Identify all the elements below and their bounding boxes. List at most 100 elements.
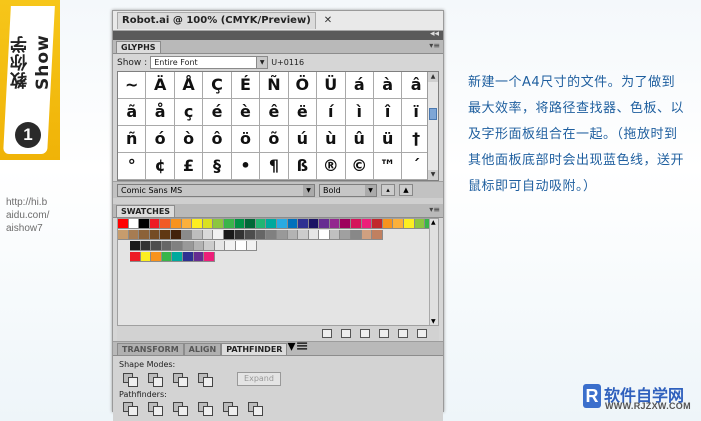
color-swatch[interactable] <box>204 252 215 262</box>
glyph-cell[interactable]: è <box>231 99 261 126</box>
color-swatch[interactable] <box>319 230 330 240</box>
color-swatch[interactable] <box>161 252 173 262</box>
close-icon[interactable]: ✕ <box>324 15 332 26</box>
glyph-cell[interactable]: £ <box>174 153 204 180</box>
glyph-cell[interactable]: ¶ <box>260 153 289 180</box>
color-swatch[interactable] <box>298 230 309 240</box>
color-swatch[interactable] <box>308 219 320 229</box>
glyph-cell[interactable]: ñ <box>118 126 147 153</box>
delete-swatch-icon[interactable] <box>417 329 427 338</box>
color-swatch[interactable] <box>255 219 267 229</box>
glyph-cell[interactable]: ò <box>174 126 204 153</box>
glyph-cell[interactable]: é <box>203 99 232 126</box>
color-swatch[interactable] <box>351 230 362 240</box>
color-swatch[interactable] <box>234 230 246 240</box>
color-swatch[interactable] <box>149 230 161 240</box>
font-family-select[interactable]: Comic Sans MS ▼ <box>117 183 315 197</box>
color-swatch[interactable] <box>308 230 320 240</box>
glyph-cell[interactable]: õ <box>260 126 289 153</box>
color-swatch[interactable] <box>172 241 183 251</box>
glyph-scrollbar[interactable]: ▲ ▼ <box>427 72 438 180</box>
panel-menu-icon[interactable]: ▾≡ <box>429 205 440 214</box>
glyph-cell[interactable]: á <box>345 72 374 99</box>
glyph-cell[interactable]: í <box>317 99 346 126</box>
color-swatch[interactable] <box>170 230 182 240</box>
color-swatch[interactable] <box>130 241 141 251</box>
glyph-cell[interactable]: © <box>345 153 374 180</box>
color-swatch[interactable] <box>213 230 224 240</box>
color-swatch[interactable] <box>266 219 277 229</box>
expand-button[interactable]: Expand <box>237 372 281 386</box>
color-swatch[interactable] <box>128 230 140 240</box>
zoom-in-icon[interactable]: ▲ <box>399 184 413 196</box>
color-swatch[interactable] <box>172 252 183 262</box>
glyph-cell[interactable]: å <box>146 99 175 126</box>
color-swatch[interactable] <box>139 230 150 240</box>
glyph-cell[interactable]: ü <box>373 126 403 153</box>
color-swatch[interactable] <box>245 219 256 229</box>
tab-align[interactable]: ALIGN <box>183 343 222 355</box>
color-swatch[interactable] <box>266 230 277 240</box>
glyph-cell[interactable]: ô <box>203 126 232 153</box>
swatch-options-icon[interactable] <box>379 329 389 338</box>
color-swatch[interactable] <box>118 219 129 229</box>
color-swatch[interactable] <box>149 219 161 229</box>
glyph-cell[interactable]: ~ <box>118 72 147 99</box>
merge-icon[interactable] <box>173 402 188 416</box>
color-swatch[interactable] <box>192 219 203 229</box>
color-swatch[interactable] <box>235 241 247 251</box>
glyph-cell[interactable]: ã <box>118 99 147 126</box>
collapse-icon[interactable]: ◂◂ <box>430 29 439 39</box>
font-style-select[interactable]: Bold ▼ <box>319 183 377 197</box>
scroll-down-icon[interactable]: ▼ <box>428 170 438 180</box>
tab-swatches[interactable]: SWATCHES <box>116 205 176 217</box>
color-swatch[interactable] <box>182 241 194 251</box>
color-swatch[interactable] <box>287 219 299 229</box>
color-swatch[interactable] <box>276 219 288 229</box>
color-swatch[interactable] <box>202 219 214 229</box>
intersect-icon[interactable] <box>173 372 188 387</box>
glyph-cell[interactable]: Ü <box>317 72 346 99</box>
glyph-cell[interactable]: ¢ <box>146 153 175 180</box>
color-swatch[interactable] <box>414 219 426 229</box>
glyph-cell[interactable]: û <box>345 126 374 153</box>
minus-front-icon[interactable] <box>148 372 163 387</box>
color-swatch[interactable] <box>276 230 288 240</box>
color-swatch[interactable] <box>234 219 246 229</box>
document-tab[interactable]: Robot.ai @ 100% (CMYK/Preview) <box>117 12 316 29</box>
swatch-kind-icon[interactable] <box>341 329 351 338</box>
glyph-cell[interactable]: ß <box>288 153 318 180</box>
color-swatch[interactable] <box>351 219 362 229</box>
tab-glyphs[interactable]: GLYPHS <box>116 41 161 53</box>
color-swatch[interactable] <box>246 241 258 251</box>
minus-back-icon[interactable] <box>248 402 263 416</box>
scroll-up-icon[interactable]: ▲ <box>431 219 436 226</box>
color-swatch[interactable] <box>193 252 205 262</box>
glyph-cell[interactable]: ë <box>288 99 318 126</box>
color-swatch[interactable] <box>382 219 394 229</box>
color-swatch[interactable] <box>223 219 235 229</box>
panel-menu-icon[interactable]: ▾≡ <box>429 41 440 50</box>
glyph-cell[interactable]: ™ <box>373 153 403 180</box>
glyph-cell[interactable]: ù <box>317 126 346 153</box>
color-swatch[interactable] <box>223 230 235 240</box>
color-swatch[interactable] <box>128 219 140 229</box>
color-swatch[interactable] <box>404 219 415 229</box>
color-swatch[interactable] <box>140 241 152 251</box>
zoom-out-icon[interactable]: ▴ <box>381 184 395 196</box>
color-swatch[interactable] <box>372 230 383 240</box>
color-swatch[interactable] <box>214 241 226 251</box>
new-color-group-icon[interactable] <box>360 329 370 338</box>
color-swatch[interactable] <box>161 241 173 251</box>
color-swatch[interactable] <box>225 241 236 251</box>
scroll-down-icon[interactable]: ▼ <box>431 318 436 325</box>
swatch-scrollbar[interactable]: ▲ ▼ <box>429 219 438 325</box>
swatch-library-icon[interactable] <box>322 329 332 338</box>
color-swatch[interactable] <box>193 241 205 251</box>
glyph-cell[interactable]: à <box>373 72 403 99</box>
color-swatch[interactable] <box>329 219 341 229</box>
color-swatch[interactable] <box>245 230 256 240</box>
color-swatch[interactable] <box>202 230 214 240</box>
glyph-cell[interactable]: ö <box>231 126 261 153</box>
glyph-cell[interactable]: ì <box>345 99 374 126</box>
